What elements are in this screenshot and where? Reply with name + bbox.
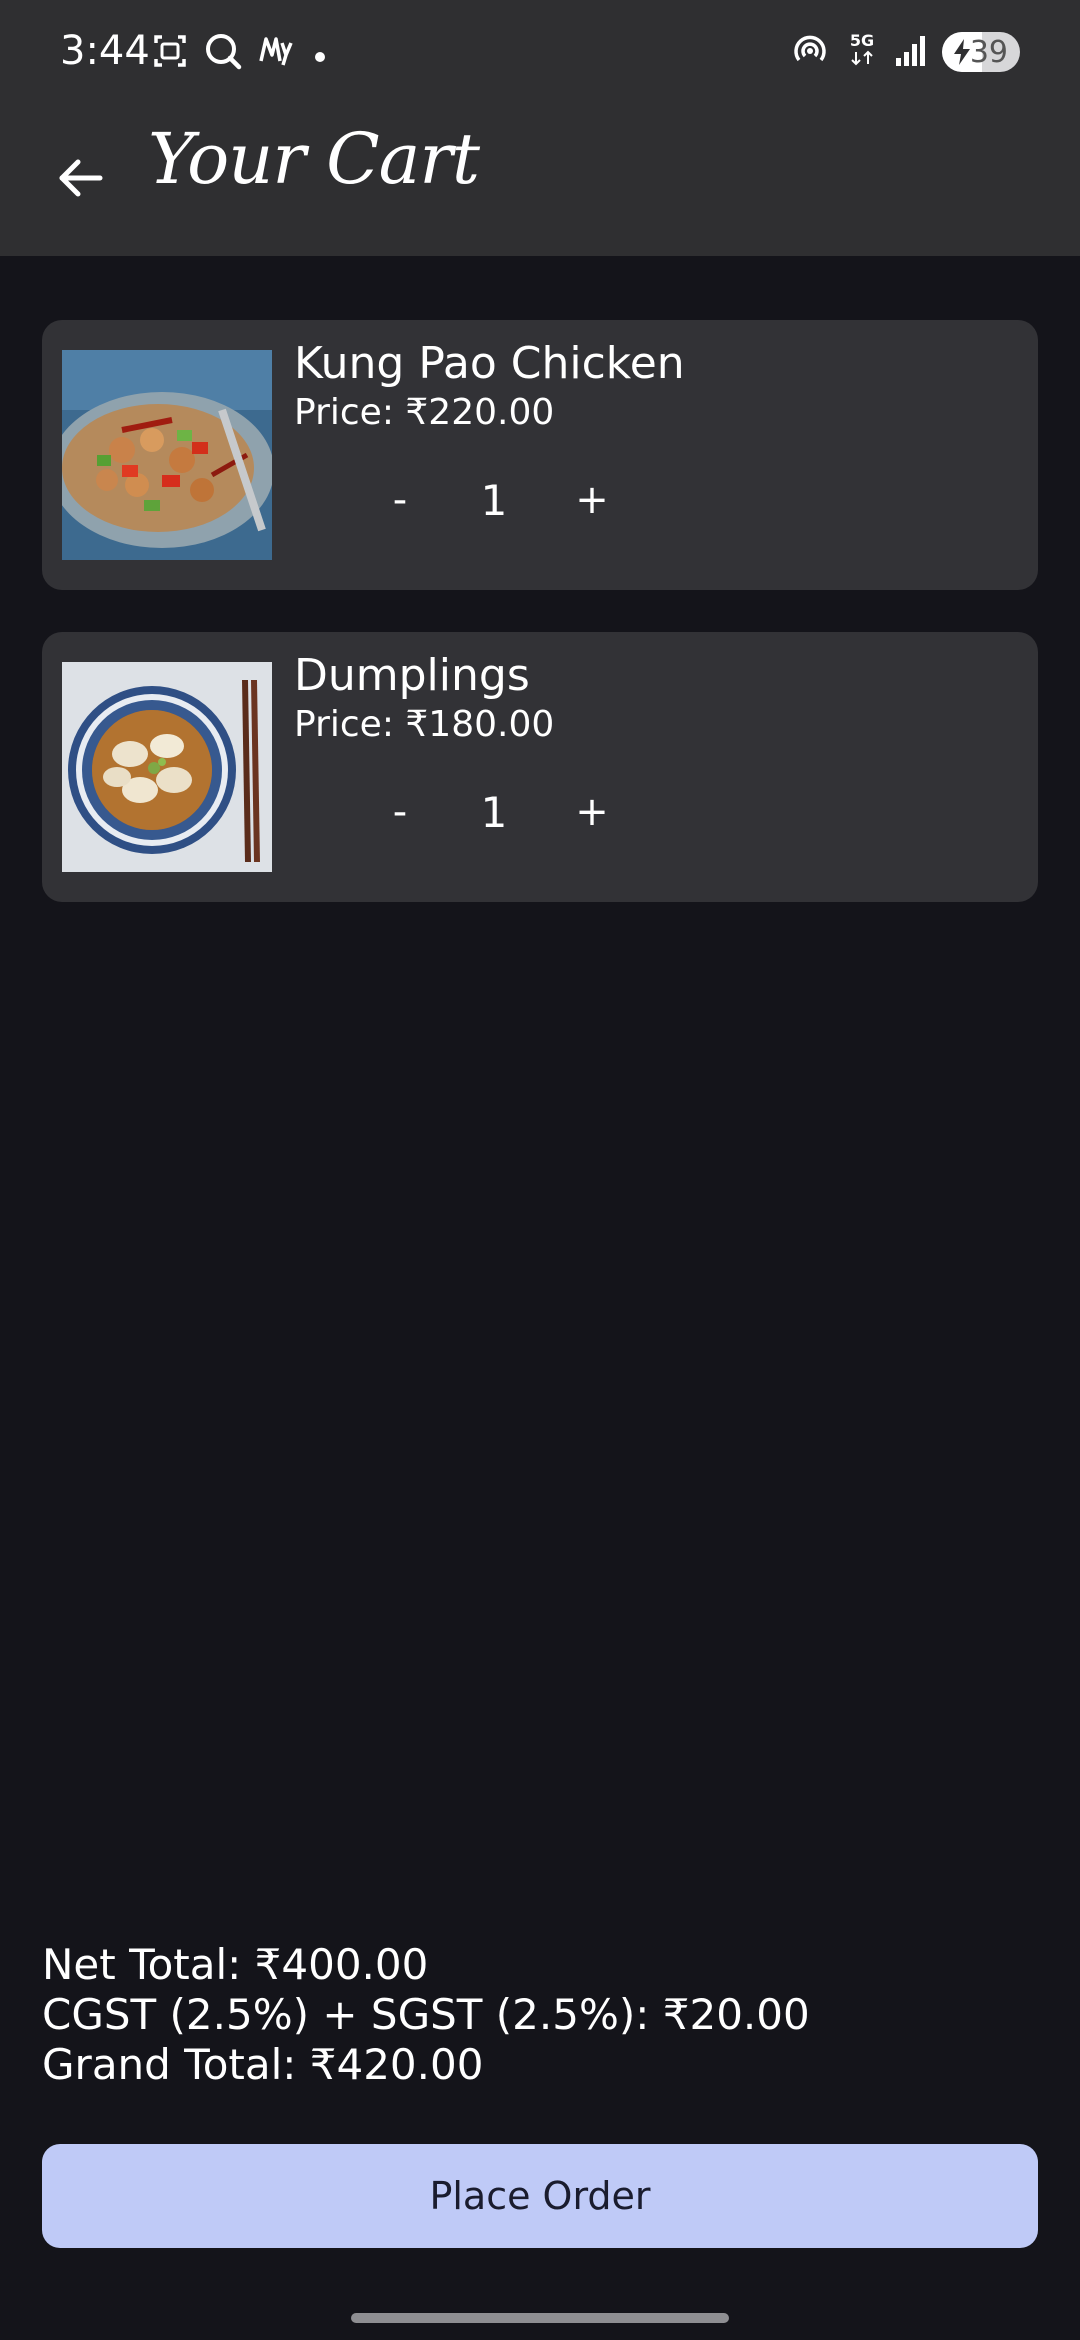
decrease-quantity-button[interactable]: - xyxy=(370,782,430,842)
page-title: Your Cart xyxy=(148,118,480,200)
item-name: Dumplings xyxy=(294,650,530,701)
search-icon xyxy=(202,30,244,76)
app-bar: Your Cart xyxy=(0,110,1080,256)
cart-list: Kung Pao Chicken Price: ₹220.00 - 1 + Du… xyxy=(42,320,1038,944)
back-button[interactable] xyxy=(48,148,112,212)
notification-dot-icon xyxy=(308,31,332,75)
decrease-quantity-button[interactable]: - xyxy=(370,470,430,530)
quantity-value: 1 xyxy=(480,787,508,837)
grand-total: Grand Total: ₹420.00 xyxy=(42,2040,484,2089)
cart-item: Dumplings Price: ₹180.00 - 1 + xyxy=(42,632,1038,902)
battery-level: 39 xyxy=(969,35,1008,70)
status-left-icons xyxy=(150,30,332,76)
home-indicator[interactable] xyxy=(351,2313,729,2323)
net-total: Net Total: ₹400.00 xyxy=(42,1940,429,1989)
place-order-button[interactable]: Place Order xyxy=(42,2144,1038,2248)
hotspot-icon xyxy=(790,30,830,74)
myntra-icon xyxy=(256,31,296,75)
tax-line: CGST (2.5%) + SGST (2.5%): ₹20.00 xyxy=(42,1990,810,2039)
status-bar: 3:44 5G 39 xyxy=(0,0,1080,110)
item-name: Kung Pao Chicken xyxy=(294,338,685,389)
screenshot-icon xyxy=(150,31,190,75)
battery-charging-icon: 39 xyxy=(942,32,1020,72)
network-5g-icon: 5G xyxy=(844,30,880,74)
cart-item: Kung Pao Chicken Price: ₹220.00 - 1 + xyxy=(42,320,1038,590)
network-5g-label: 5G xyxy=(850,31,874,50)
arrow-left-icon xyxy=(56,154,104,206)
increase-quantity-button[interactable]: + xyxy=(562,782,622,842)
dumplings-image xyxy=(62,662,272,872)
order-summary: Net Total: ₹400.00 CGST (2.5%) + SGST (2… xyxy=(42,1940,1042,2090)
quantity-value: 1 xyxy=(480,475,508,525)
status-right-icons: 5G 39 xyxy=(790,30,1020,74)
kung-pao-chicken-image xyxy=(62,350,272,560)
signal-icon xyxy=(894,30,928,74)
item-price: Price: ₹220.00 xyxy=(294,392,555,433)
item-price: Price: ₹180.00 xyxy=(294,704,555,745)
increase-quantity-button[interactable]: + xyxy=(562,470,622,530)
status-time: 3:44 xyxy=(60,28,150,74)
